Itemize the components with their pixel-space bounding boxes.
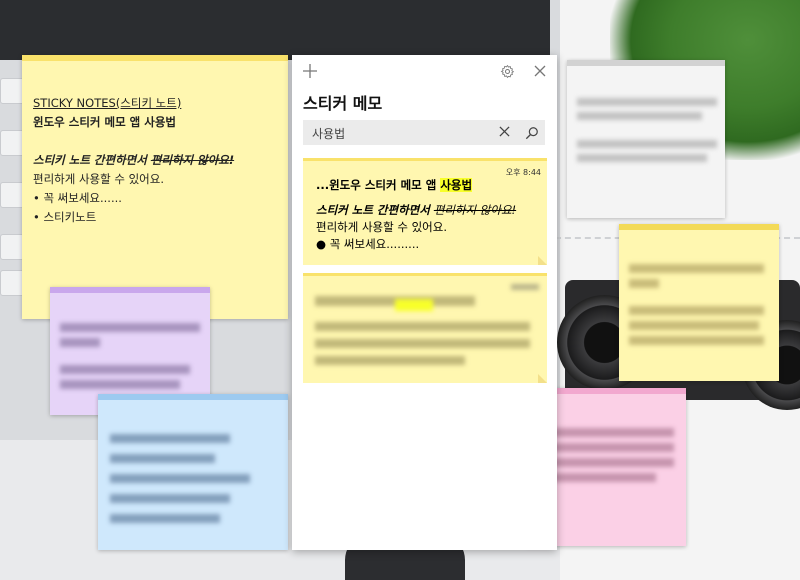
note-bullet: • 스티키노트 — [33, 210, 97, 224]
search-highlight: 사용법 — [440, 178, 473, 192]
note-line: 스티키 노트 간편하면서 편리하지 않아요! — [33, 151, 288, 170]
clear-icon — [499, 126, 510, 137]
note-card-bold-italic: 스티커 노트 간편하면서 — [316, 203, 434, 217]
page-title: 스티커 메모 — [303, 94, 383, 113]
sticky-note-gray[interactable] — [567, 60, 725, 218]
blurred-note-content — [619, 230, 779, 345]
note-card-strike: 편리하지 않아요! — [433, 203, 517, 217]
settings-button[interactable] — [500, 64, 515, 83]
clear-search-button[interactable] — [499, 123, 510, 141]
plus-icon — [303, 64, 317, 78]
blurred-note-content — [98, 400, 288, 523]
search-box[interactable]: 사용법 — [303, 120, 545, 145]
search-button[interactable] — [525, 123, 545, 141]
search-icon — [525, 127, 538, 140]
note-card-line: 스티커 노트 간편하면서 편리하지 않아요! — [316, 202, 547, 219]
note-card-line: ● 꼭 써보세요......... — [316, 237, 420, 251]
sticky-note-yellow-right[interactable] — [619, 224, 779, 381]
sticky-note-blue[interactable] — [98, 394, 288, 550]
note-card-title: ...윈도우 스티커 메모 앱 사용법 — [316, 177, 547, 194]
note-title: 윈도우 스티커 메모 앱 사용법 — [33, 115, 176, 129]
sticky-note-yellow[interactable]: STICKY NOTES(스티키 노트) 윈도우 스티커 메모 앱 사용법 스티… — [22, 55, 288, 319]
note-card-title-text: ...윈도우 스티커 메모 앱 — [316, 178, 441, 192]
gear-icon — [500, 64, 515, 79]
note-content[interactable]: STICKY NOTES(스티키 노트) 윈도우 스티커 메모 앱 사용법 스티… — [22, 61, 288, 227]
panel-toolbar — [292, 55, 557, 85]
note-card[interactable] — [303, 273, 547, 383]
note-card[interactable]: 오후 8:44 ...윈도우 스티커 메모 앱 사용법 스티커 노트 간편하면서… — [303, 158, 547, 265]
close-button[interactable] — [534, 63, 546, 80]
laptop-screen-edge — [0, 0, 550, 60]
note-header-link[interactable]: STICKY NOTES(스티키 노트) — [33, 94, 288, 113]
note-line: 편리하게 사용할 수 있어요. — [33, 172, 165, 186]
note-card-line: 편리하게 사용할 수 있어요. — [316, 220, 448, 234]
search-input[interactable]: 사용법 — [312, 125, 345, 142]
blurred-note-content — [303, 276, 547, 365]
note-bullet: • 꼭 써보세요...... — [33, 191, 122, 205]
blurred-note-content — [567, 66, 725, 162]
note-bold-italic-text: 스티키 노트 간편하면서 — [33, 153, 151, 167]
close-icon — [534, 65, 546, 77]
blurred-note-content — [50, 293, 210, 389]
add-note-button[interactable] — [303, 63, 317, 80]
sticky-notes-list-window: 스티커 메모 사용법 오후 8:44 ...윈도우 스티커 메모 앱 사용법 스… — [292, 55, 557, 550]
note-fold-corner — [538, 256, 547, 265]
note-timestamp: 오후 8:44 — [505, 168, 541, 177]
note-fold-corner — [538, 374, 547, 383]
note-strike-text: 편리하지 않아요! — [150, 153, 235, 167]
